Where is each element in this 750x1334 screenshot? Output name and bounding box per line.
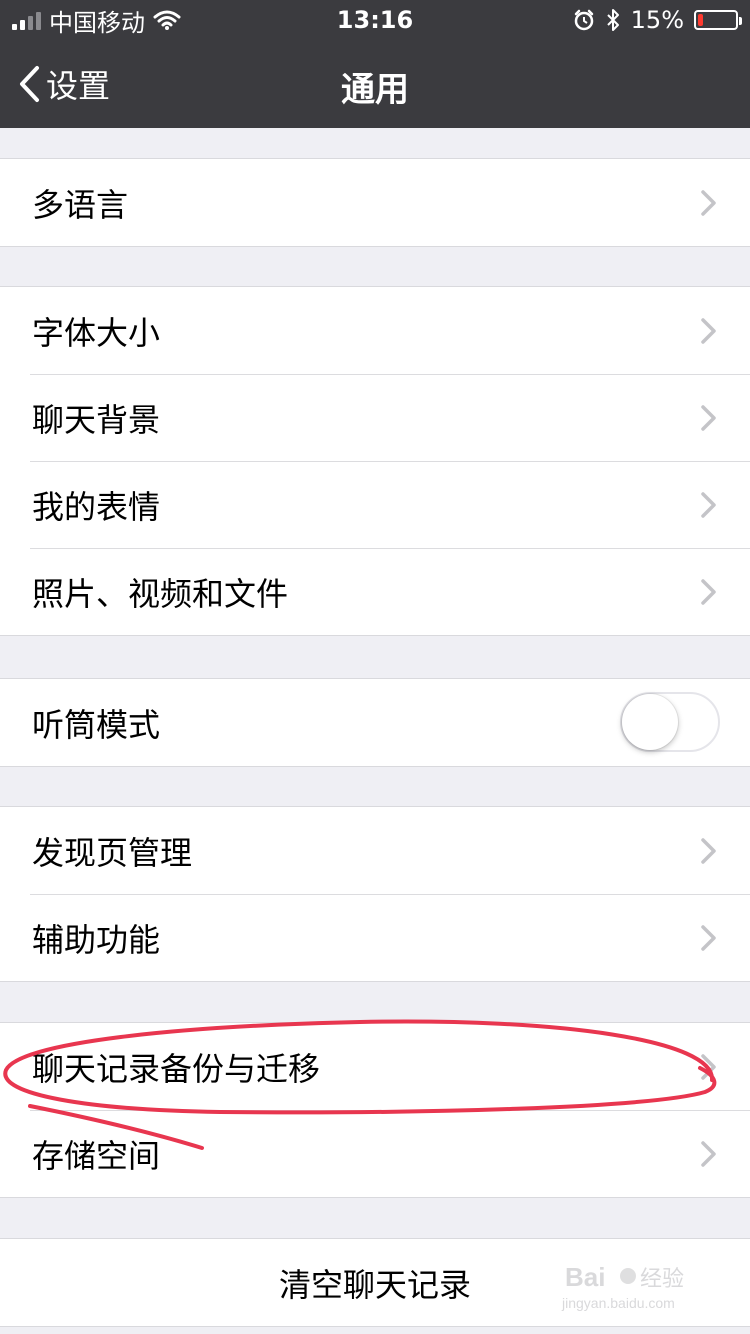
bluetooth-icon — [606, 9, 619, 31]
row-label: 聊天背景 — [32, 400, 161, 439]
battery-icon — [694, 10, 742, 30]
chevron-right-icon — [701, 579, 716, 605]
group-display: 字体大小 聊天背景 我的表情 照片、视频和文件 — [0, 286, 750, 636]
status-bar: 中国移动 13:16 15% — [0, 0, 750, 40]
group-earpiece: 听筒模式 — [0, 678, 750, 767]
group-storage: 聊天记录备份与迁移 存储空间 — [0, 1022, 750, 1198]
page-title: 通用 — [341, 70, 409, 110]
svg-text:jingyan.baidu.com: jingyan.baidu.com — [561, 1295, 675, 1311]
svg-text:Bai: Bai — [565, 1262, 605, 1292]
row-earpiece-mode: 听筒模式 — [0, 679, 750, 766]
row-chat-background[interactable]: 聊天背景 — [0, 374, 750, 461]
group-discover: 发现页管理 辅助功能 — [0, 806, 750, 982]
row-label: 聊天记录备份与迁移 — [32, 1049, 321, 1088]
row-label: 发现页管理 — [32, 833, 193, 872]
row-label: 多语言 — [32, 185, 129, 224]
row-discover-management[interactable]: 发现页管理 — [0, 807, 750, 894]
clear-chat-history-label: 清空聊天记录 — [278, 1265, 471, 1304]
chevron-right-icon — [701, 925, 716, 951]
row-label: 存储空间 — [32, 1136, 161, 1175]
row-label: 字体大小 — [32, 313, 161, 352]
row-label: 我的表情 — [32, 487, 161, 526]
chevron-right-icon — [701, 492, 716, 518]
row-font-size[interactable]: 字体大小 — [0, 287, 750, 374]
row-storage-space[interactable]: 存储空间 — [0, 1110, 750, 1197]
wechat-general-settings-screen: 中国移动 13:16 15% 设置 通用 多语言 字体大小 聊天背景 我的表情 … — [0, 0, 750, 1334]
top-bar: 中国移动 13:16 15% 设置 通用 — [0, 0, 750, 128]
chevron-right-icon — [701, 1054, 716, 1080]
row-label: 听筒模式 — [32, 705, 161, 744]
chevron-right-icon — [701, 190, 716, 216]
chevron-right-icon — [701, 318, 716, 344]
toggle-knob — [622, 694, 678, 750]
chevron-right-icon — [701, 405, 716, 431]
row-photos-videos-files[interactable]: 照片、视频和文件 — [0, 548, 750, 635]
row-label: 照片、视频和文件 — [32, 574, 289, 613]
navigation-bar: 设置 通用 — [0, 40, 750, 128]
battery-percent: 15% — [630, 6, 684, 34]
svg-text:经验: 经验 — [640, 1266, 684, 1291]
chevron-right-icon — [701, 1141, 716, 1167]
row-my-stickers[interactable]: 我的表情 — [0, 461, 750, 548]
row-chat-backup-migrate[interactable]: 聊天记录备份与迁移 — [0, 1023, 750, 1110]
row-language[interactable]: 多语言 — [0, 159, 750, 246]
group-language: 多语言 — [0, 158, 750, 247]
row-label: 辅助功能 — [32, 920, 161, 959]
status-right: 15% — [573, 6, 742, 34]
earpiece-mode-toggle[interactable] — [620, 692, 720, 752]
battery-level — [698, 14, 704, 26]
alarm-icon — [574, 9, 593, 31]
chevron-right-icon — [701, 838, 716, 864]
baidu-watermark-logo: Bai 经验 jingyan.baidu.com — [561, 1262, 684, 1311]
row-accessibility[interactable]: 辅助功能 — [0, 894, 750, 981]
